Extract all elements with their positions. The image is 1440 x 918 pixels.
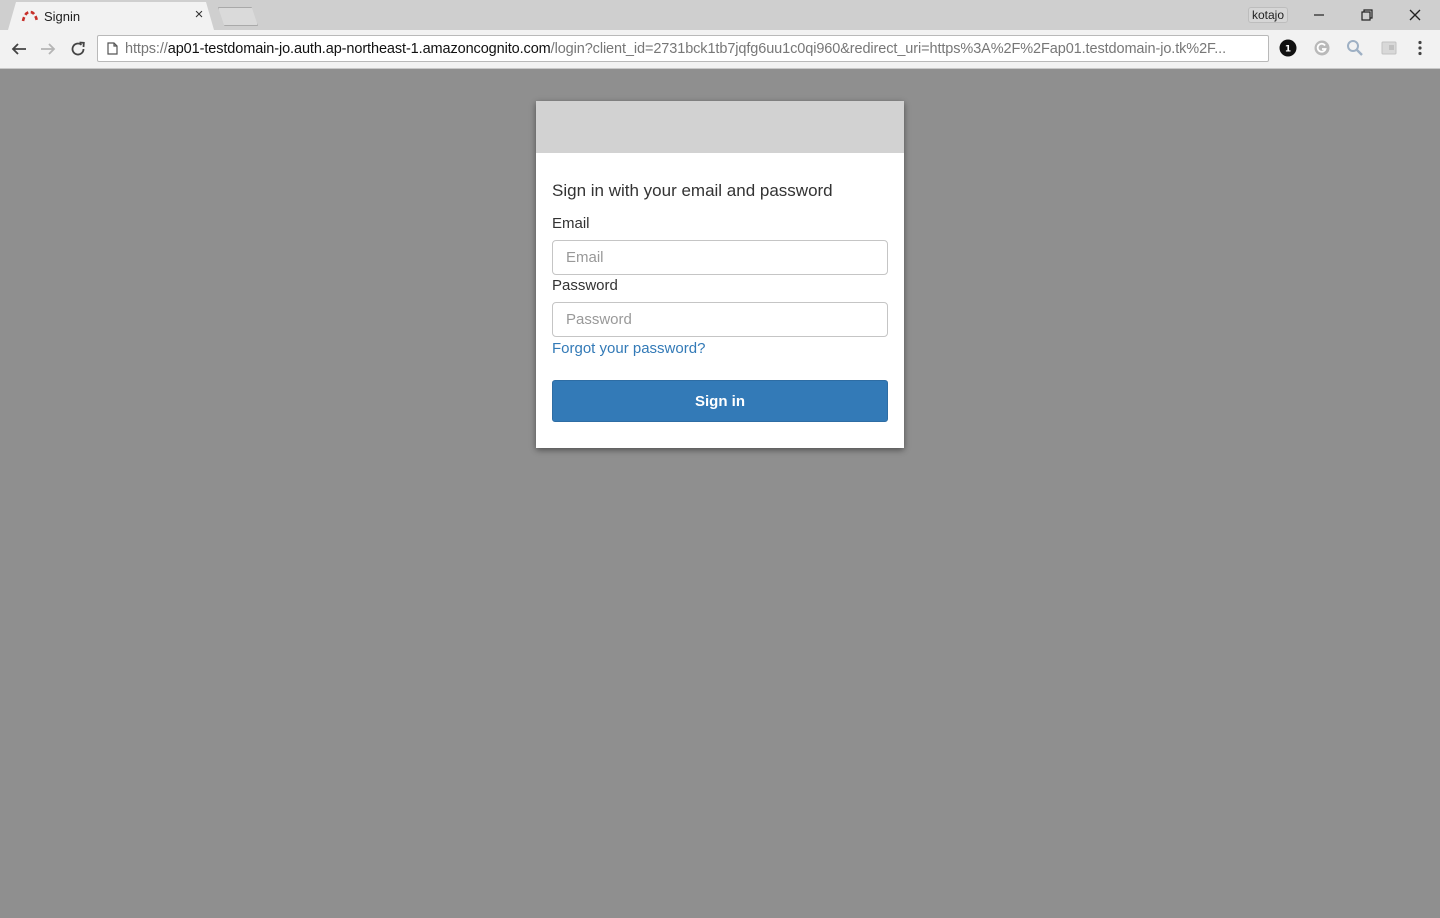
email-field[interactable] xyxy=(552,240,888,275)
reload-icon[interactable] xyxy=(65,36,91,62)
forward-arrow-icon[interactable] xyxy=(35,36,61,62)
browser-title-bar: Signin × kotajo xyxy=(0,0,1440,30)
restore-icon[interactable] xyxy=(1344,0,1390,30)
search-extension-icon[interactable] xyxy=(1345,38,1365,58)
back-arrow-icon[interactable] xyxy=(6,36,32,62)
browser-toolbar: https://ap01-testdomain-jo.auth.ap-north… xyxy=(0,30,1440,69)
url-path: /login?client_id=2731bck1tb7jqfg6uu1c0qi… xyxy=(550,41,1226,57)
address-bar[interactable]: https://ap01-testdomain-jo.auth.ap-north… xyxy=(97,35,1269,62)
menu-kebab-icon[interactable] xyxy=(1410,38,1430,58)
page-extension-icon[interactable] xyxy=(1379,38,1399,58)
signin-button[interactable]: Sign in xyxy=(552,380,888,422)
url-scheme: https:// xyxy=(125,41,168,57)
signin-heading: Sign in with your email and password xyxy=(552,181,833,200)
grammar-extension-icon[interactable] xyxy=(1312,38,1332,58)
url-text: https://ap01-testdomain-jo.auth.ap-north… xyxy=(125,41,1261,57)
cognito-favicon-icon xyxy=(21,10,39,22)
tab-title: Signin xyxy=(44,9,81,24)
tab-close-icon[interactable]: × xyxy=(192,7,206,22)
forgot-password-link[interactable]: Forgot your password? xyxy=(552,340,705,357)
signin-card: Sign in with your email and password Ema… xyxy=(536,101,904,448)
browser-tab[interactable]: Signin × xyxy=(8,2,214,30)
password-field[interactable] xyxy=(552,302,888,337)
card-banner xyxy=(536,101,904,153)
minimize-icon[interactable] xyxy=(1296,0,1342,30)
password-label: Password xyxy=(552,277,618,294)
email-label: Email xyxy=(552,215,590,232)
new-tab-button[interactable] xyxy=(218,7,258,26)
page-icon xyxy=(107,42,118,55)
window-close-icon[interactable] xyxy=(1392,0,1438,30)
badge-extension-icon[interactable]: 1 xyxy=(1278,38,1298,58)
url-host: ap01-testdomain-jo.auth.ap-northeast-1.a… xyxy=(167,41,551,57)
profile-name-badge[interactable]: kotajo xyxy=(1248,7,1289,23)
extension-badge-count: 1 xyxy=(1285,45,1291,55)
